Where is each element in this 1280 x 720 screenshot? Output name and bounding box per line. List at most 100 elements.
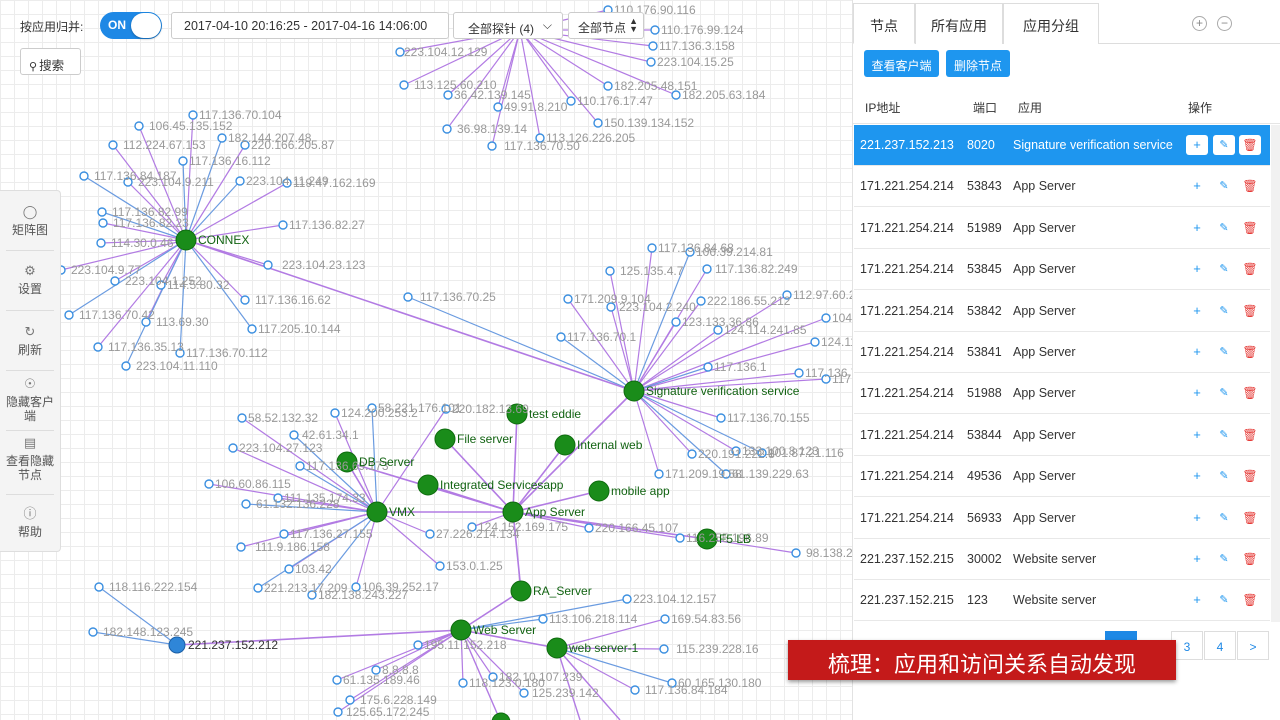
client-node[interactable] bbox=[566, 96, 576, 106]
edit-icon[interactable]: ✎ bbox=[1213, 135, 1235, 155]
add-icon[interactable]: + bbox=[1186, 135, 1208, 155]
add-icon[interactable]: + bbox=[1186, 466, 1208, 486]
client-node[interactable] bbox=[413, 640, 423, 650]
matrix-view-button[interactable]: ◯ 矩阵图 bbox=[0, 205, 60, 238]
client-node[interactable] bbox=[395, 47, 405, 57]
add-icon[interactable]: + bbox=[1186, 549, 1208, 569]
app-node[interactable] bbox=[491, 712, 511, 720]
edit-icon[interactable]: ✎ bbox=[1213, 549, 1235, 569]
client-node[interactable] bbox=[687, 449, 697, 459]
client-node[interactable] bbox=[675, 533, 685, 543]
settings-button[interactable]: ⚙ 设置 bbox=[0, 264, 60, 297]
client-node[interactable] bbox=[487, 141, 497, 151]
client-node[interactable] bbox=[121, 361, 131, 371]
delete-node-button[interactable]: 删除节点 bbox=[946, 50, 1010, 77]
client-node[interactable] bbox=[295, 461, 305, 471]
client-node[interactable] bbox=[659, 644, 669, 654]
edit-icon[interactable]: ✎ bbox=[1213, 176, 1235, 196]
edit-icon[interactable]: ✎ bbox=[1213, 342, 1235, 362]
client-node[interactable] bbox=[235, 176, 245, 186]
client-node[interactable] bbox=[188, 110, 198, 120]
zoom-out-icon[interactable]: − bbox=[1217, 16, 1232, 31]
delete-icon[interactable]: 🗑 bbox=[1239, 259, 1261, 279]
client-node[interactable] bbox=[263, 260, 273, 270]
table-row[interactable]: 171.221.254.214 51989 App Server + ✎ 🗑 bbox=[854, 208, 1270, 249]
client-node[interactable] bbox=[646, 57, 656, 67]
add-icon[interactable]: + bbox=[1186, 342, 1208, 362]
zoom-in-icon[interactable]: + bbox=[1192, 16, 1207, 31]
client-node[interactable] bbox=[716, 413, 726, 423]
client-node[interactable] bbox=[284, 564, 294, 574]
client-node[interactable] bbox=[236, 542, 246, 552]
client-node[interactable] bbox=[399, 80, 409, 90]
app-node[interactable] bbox=[510, 580, 532, 602]
tab-nodes[interactable]: 节点 bbox=[853, 3, 915, 44]
client-node[interactable] bbox=[435, 561, 445, 571]
client-node[interactable] bbox=[289, 430, 299, 440]
search-button[interactable]: ⚲ 搜索 bbox=[20, 48, 81, 75]
client-node[interactable] bbox=[228, 443, 238, 453]
client-node[interactable] bbox=[403, 292, 413, 302]
client-node[interactable] bbox=[330, 408, 340, 418]
edit-icon[interactable]: ✎ bbox=[1213, 259, 1235, 279]
table-row[interactable]: 171.221.254.214 53842 App Server + ✎ 🗑 bbox=[854, 291, 1270, 332]
client-node[interactable] bbox=[791, 548, 801, 558]
client-node[interactable] bbox=[93, 342, 103, 352]
view-clients-button[interactable]: 查看客户端 bbox=[864, 50, 939, 77]
app-node[interactable] bbox=[168, 636, 186, 654]
client-node[interactable] bbox=[79, 171, 89, 181]
topology-graph[interactable]: 110.176.90.116 110.176.99.124 117.136.3.15… bbox=[0, 0, 852, 720]
delete-icon[interactable]: 🗑 bbox=[1239, 466, 1261, 486]
edit-icon[interactable]: ✎ bbox=[1213, 383, 1235, 403]
pager-next[interactable]: > bbox=[1237, 631, 1269, 660]
client-node[interactable] bbox=[654, 469, 664, 479]
app-node[interactable] bbox=[417, 474, 439, 496]
merge-toggle[interactable]: ON bbox=[100, 12, 162, 39]
view-hidden-nodes-button[interactable]: ▤ 查看隐藏节点 bbox=[0, 436, 60, 483]
client-node[interactable] bbox=[556, 332, 566, 342]
edit-icon[interactable]: ✎ bbox=[1213, 301, 1235, 321]
client-node[interactable] bbox=[660, 614, 670, 624]
client-node[interactable] bbox=[108, 140, 118, 150]
client-node[interactable] bbox=[278, 220, 288, 230]
add-icon[interactable]: + bbox=[1186, 218, 1208, 238]
client-node[interactable] bbox=[178, 156, 188, 166]
edit-icon[interactable]: ✎ bbox=[1213, 508, 1235, 528]
client-node[interactable] bbox=[240, 295, 250, 305]
delete-icon[interactable]: 🗑 bbox=[1239, 301, 1261, 321]
client-node[interactable] bbox=[458, 678, 468, 688]
client-node[interactable] bbox=[425, 529, 435, 539]
client-node[interactable] bbox=[88, 627, 98, 637]
client-node[interactable] bbox=[345, 695, 355, 705]
table-row[interactable]: 221.237.152.213 8020 Signature verificatio… bbox=[854, 125, 1270, 166]
client-node[interactable] bbox=[204, 479, 214, 489]
client-node[interactable] bbox=[442, 124, 452, 134]
toggle-knob[interactable] bbox=[131, 13, 161, 38]
client-node[interactable] bbox=[648, 41, 658, 51]
delete-icon[interactable]: 🗑 bbox=[1239, 508, 1261, 528]
app-node[interactable] bbox=[434, 428, 456, 450]
node-select[interactable]: 全部节点 ▲ ▼ bbox=[568, 12, 644, 39]
client-node[interactable] bbox=[622, 594, 632, 604]
client-node[interactable] bbox=[96, 238, 106, 248]
add-icon[interactable]: + bbox=[1186, 259, 1208, 279]
table-row[interactable]: 221.237.152.215 123 Website server + ✎ 🗑 bbox=[854, 580, 1270, 622]
table-row[interactable]: 171.221.254.214 51988 App Server + ✎ 🗑 bbox=[854, 373, 1270, 415]
add-icon[interactable]: + bbox=[1186, 176, 1208, 196]
delete-icon[interactable]: 🗑 bbox=[1239, 342, 1261, 362]
client-node[interactable] bbox=[647, 243, 657, 253]
client-node[interactable] bbox=[94, 582, 104, 592]
client-node[interactable] bbox=[134, 121, 144, 131]
add-icon[interactable]: + bbox=[1186, 301, 1208, 321]
help-button[interactable]: ⓘ 帮助 bbox=[0, 507, 60, 540]
client-node[interactable] bbox=[64, 310, 74, 320]
pager-page-4[interactable]: 4 bbox=[1204, 631, 1236, 660]
table-row[interactable]: 171.221.254.214 53845 App Server + ✎ 🗑 bbox=[854, 249, 1270, 291]
client-node[interactable] bbox=[538, 614, 548, 624]
client-node[interactable] bbox=[584, 523, 594, 533]
client-node[interactable] bbox=[241, 499, 251, 509]
refresh-button[interactable]: ↻ 刷新 bbox=[0, 325, 60, 358]
client-node[interactable] bbox=[253, 583, 263, 593]
table-row[interactable]: 171.221.254.214 56933 App Server + ✎ 🗑 bbox=[854, 498, 1270, 539]
client-node[interactable] bbox=[237, 413, 247, 423]
